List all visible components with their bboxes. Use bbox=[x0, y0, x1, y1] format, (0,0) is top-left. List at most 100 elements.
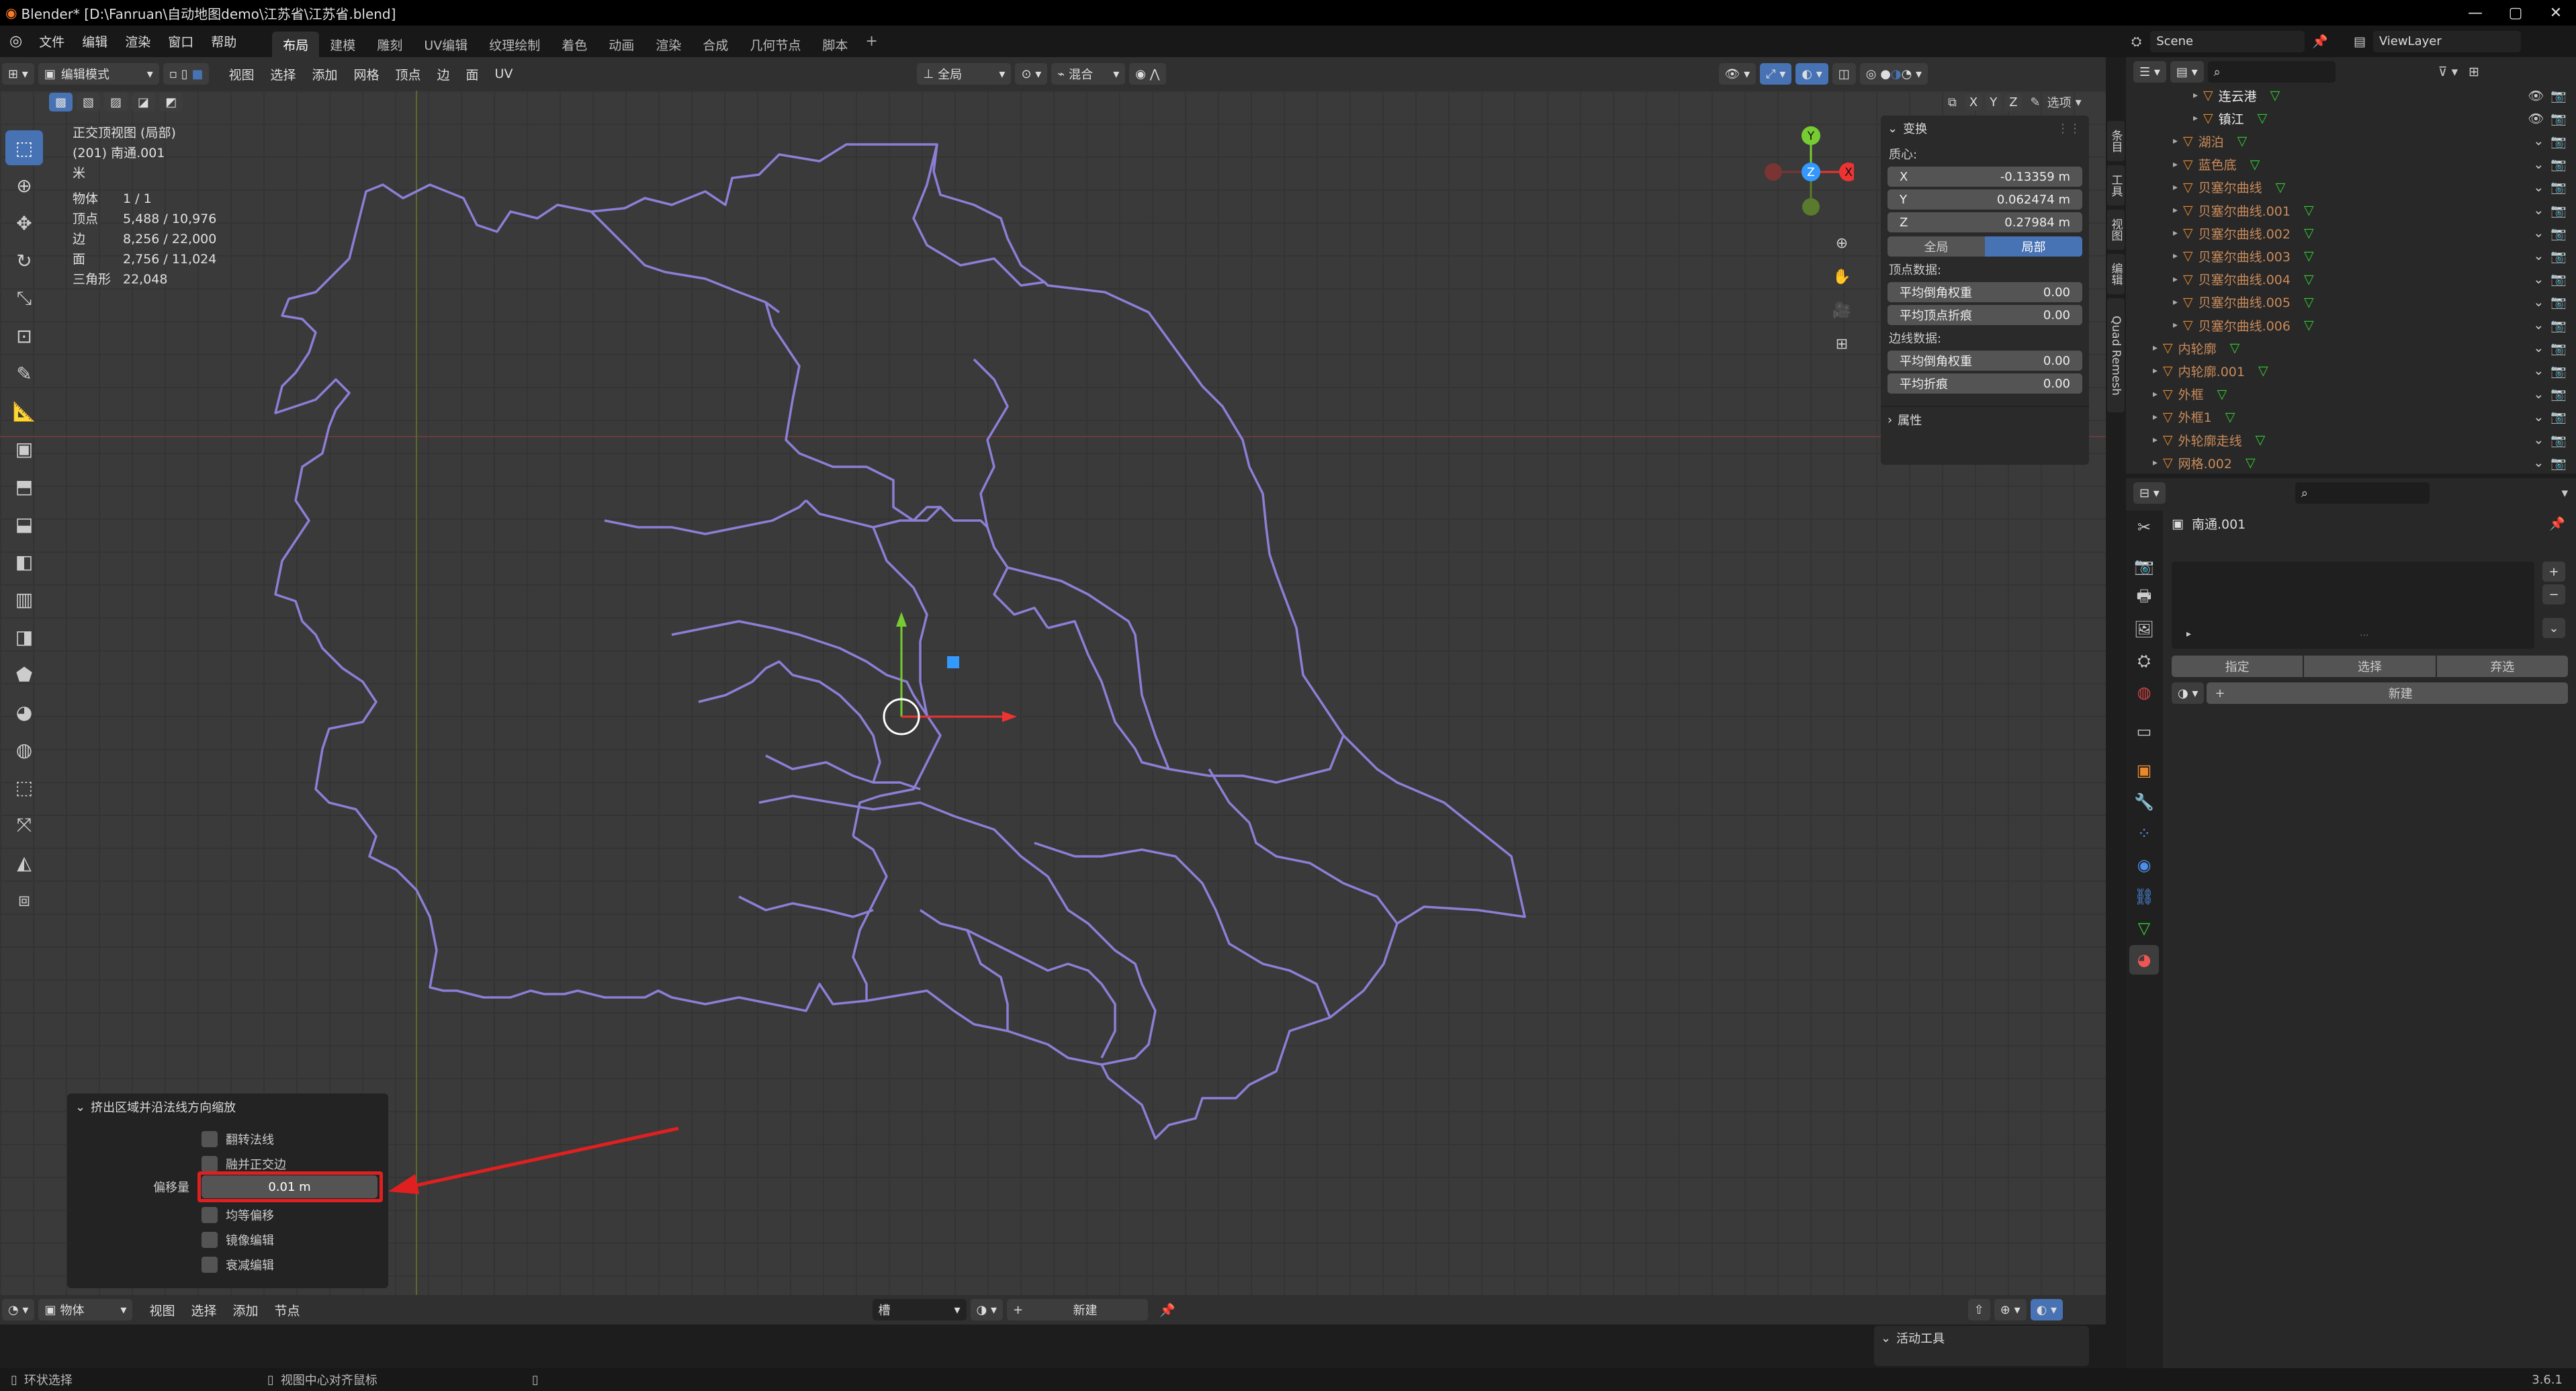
visibility-button[interactable]: 👁 ▾ bbox=[1718, 63, 1757, 85]
render-camera-icon[interactable]: 📷 bbox=[2550, 271, 2567, 287]
rip-tool-icon[interactable]: ⧈ bbox=[5, 883, 43, 917]
material-browse-button[interactable]: ◑ ▾ bbox=[970, 1299, 1003, 1320]
smooth-tool-icon[interactable]: ◍ bbox=[5, 732, 43, 767]
expand-arrow-icon[interactable]: ▸ bbox=[2173, 320, 2178, 330]
world-tab-icon[interactable]: ◍ bbox=[2129, 678, 2159, 707]
menu-item[interactable]: 文件 bbox=[30, 26, 73, 57]
visibility-icon[interactable]: ⌄ bbox=[2533, 363, 2544, 378]
extrude-tool-icon[interactable]: ⬒ bbox=[5, 469, 43, 504]
tab-item[interactable]: 条目 bbox=[2107, 121, 2125, 161]
scene-tab-icon[interactable]: ⛭ bbox=[2129, 646, 2159, 676]
nav-neg-y[interactable] bbox=[1802, 198, 1820, 216]
visibility-icon[interactable]: ⌄ bbox=[2533, 180, 2544, 195]
select-intersect-icon[interactable]: ◩ bbox=[159, 93, 183, 111]
menu-item[interactable]: 窗口 bbox=[159, 26, 202, 57]
node-options-icon[interactable]: ⊕ ▾ bbox=[1994, 1299, 2027, 1320]
expand-arrow-icon[interactable]: ▸ bbox=[2173, 159, 2178, 170]
collection-tab-icon[interactable]: ▭ bbox=[2129, 717, 2159, 746]
new-material-button[interactable]: + 新建 bbox=[1007, 1299, 1148, 1320]
visibility-icon[interactable]: ⌄ bbox=[2533, 226, 2544, 240]
edge-select-icon[interactable]: ▯ bbox=[181, 67, 188, 81]
outliner-item[interactable]: ▸ ▽ 外轮廓走线 ▽ ⌄ 📷 bbox=[2126, 429, 2576, 451]
outliner-item[interactable]: ▸ ▽ 贝塞尔曲线.006 ▽ ⌄ 📷 bbox=[2126, 314, 2576, 336]
add-cube-tool-icon[interactable]: ▣ bbox=[5, 431, 43, 466]
particles-tab-icon[interactable]: ⁘ bbox=[2129, 819, 2159, 848]
visibility-icon[interactable]: ⌄ bbox=[2533, 318, 2544, 332]
expand-arrow-icon[interactable]: ▸ bbox=[2173, 251, 2178, 261]
render-camera-icon[interactable]: 📷 bbox=[2550, 433, 2567, 448]
axis-z-button[interactable]: Z bbox=[2005, 93, 2022, 111]
maximize-icon[interactable]: ▢ bbox=[2495, 0, 2536, 26]
expand-arrow-icon[interactable]: ▸ bbox=[2153, 435, 2158, 445]
annotate-tool-icon[interactable]: ✎ bbox=[5, 356, 43, 391]
render-camera-icon[interactable]: 📷 bbox=[2550, 134, 2567, 149]
active-tool-header[interactable]: ⌄ 活动工具 bbox=[1874, 1326, 2089, 1350]
mesh-data-icon[interactable]: ▽ bbox=[2217, 387, 2227, 402]
select-box-tool-icon[interactable]: ⬚ bbox=[5, 130, 43, 165]
shading-buttons[interactable]: ◎ ● ◑ ◔ ▾ bbox=[1859, 63, 1928, 85]
view-layer-tab-icon[interactable]: 🖼 bbox=[2129, 615, 2159, 644]
navigation-gizmo[interactable]: Y X Z bbox=[1760, 121, 1854, 222]
visibility-icon[interactable]: ⌄ bbox=[2533, 387, 2544, 402]
render-camera-icon[interactable]: 📷 bbox=[2550, 409, 2567, 424]
viewport-menu-item[interactable]: 边 bbox=[429, 65, 458, 83]
shear-tool-icon[interactable]: ◭ bbox=[5, 845, 43, 880]
expand-arrow-icon[interactable]: ▸ bbox=[2193, 113, 2198, 124]
global-button[interactable]: 全局 bbox=[1887, 236, 1985, 257]
render-camera-icon[interactable]: 📷 bbox=[2550, 111, 2567, 126]
expand-arrow-icon[interactable]: ▸ bbox=[2173, 297, 2178, 308]
modifier-tab-icon[interactable]: 🔧 bbox=[2129, 787, 2159, 817]
poly-build-tool-icon[interactable]: ⬟ bbox=[5, 657, 43, 692]
mesh-data-icon[interactable]: ▽ bbox=[2270, 88, 2280, 103]
render-camera-icon[interactable]: 📷 bbox=[2550, 318, 2567, 333]
scene-icon[interactable]: ⛭ bbox=[2131, 34, 2141, 49]
grid-icon[interactable]: ⊞ bbox=[1828, 328, 1855, 359]
visibility-icon[interactable]: ⌄ bbox=[2533, 433, 2544, 447]
tab-workspace[interactable]: 合成 bbox=[692, 32, 739, 57]
render-camera-icon[interactable]: 📷 bbox=[2550, 455, 2567, 471]
remove-slot-icon[interactable]: − bbox=[2542, 584, 2565, 604]
xray-button[interactable]: ◫ bbox=[1832, 63, 1856, 85]
tool-tab-icon[interactable]: ✂ bbox=[2129, 512, 2159, 542]
tab-view[interactable]: 视图 bbox=[2107, 210, 2125, 250]
tab-quad-remesh[interactable]: Quad Remesh bbox=[2107, 298, 2125, 412]
pin-icon[interactable]: 📌 bbox=[2312, 34, 2328, 49]
tab-workspace[interactable]: 着色 bbox=[551, 32, 598, 57]
hand-icon[interactable]: ✋ bbox=[1828, 261, 1855, 292]
axis-x-button[interactable]: X bbox=[1965, 93, 1982, 111]
edge-bevel-weight-field[interactable]: 平均倒角权重 0.00 bbox=[1887, 351, 2082, 371]
visibility-icon[interactable]: ⌄ bbox=[2533, 157, 2544, 172]
mesh-data-icon[interactable]: ▽ bbox=[2258, 363, 2268, 378]
viewport-menu-item[interactable]: 网格 bbox=[345, 65, 387, 83]
outliner-item[interactable]: ▸ ▽ 连云港 ▽ 👁 📷 bbox=[2126, 84, 2576, 107]
render-camera-icon[interactable]: 📷 bbox=[2550, 156, 2567, 172]
median-z-field[interactable]: Z 0.27984 m bbox=[1887, 212, 2082, 232]
shader-menu-item[interactable]: 选择 bbox=[183, 1301, 224, 1319]
tab-workspace[interactable]: 纹理绘制 bbox=[478, 32, 551, 57]
menu-item[interactable]: 帮助 bbox=[202, 26, 245, 57]
knife-tool-icon[interactable]: ◨ bbox=[5, 619, 43, 654]
resize-handle-icon[interactable]: ⋯ bbox=[2360, 630, 2369, 641]
expand-arrow-icon[interactable]: ▸ bbox=[2173, 274, 2178, 285]
zoom-icon[interactable]: ⊕ bbox=[1828, 228, 1855, 259]
transform-header[interactable]: ⌄ 变换 ⋮⋮ bbox=[1881, 116, 2089, 141]
render-camera-icon[interactable]: 📷 bbox=[2550, 249, 2567, 264]
expand-arrow-icon[interactable]: ▸ bbox=[2173, 228, 2178, 238]
visibility-icon[interactable]: ⌄ bbox=[2533, 295, 2544, 310]
tab-edit[interactable]: 编辑 bbox=[2107, 254, 2125, 294]
snap-node-icon[interactable]: ⇧ bbox=[1967, 1299, 1990, 1320]
properties-type-button[interactable]: ⊟ ▾ bbox=[2133, 482, 2166, 504]
select-subtract-icon[interactable]: ▨ bbox=[104, 93, 128, 111]
render-camera-icon[interactable]: 📷 bbox=[2550, 341, 2567, 356]
outliner-item[interactable]: ▸ ▽ 贝塞尔曲线.002 ▽ ⌄ 📷 bbox=[2126, 222, 2576, 244]
deselect-button[interactable]: 弃选 bbox=[2436, 656, 2568, 677]
output-tab-icon[interactable]: 🖶 bbox=[2129, 583, 2159, 613]
median-x-field[interactable]: X -0.13359 m bbox=[1887, 167, 2082, 187]
outliner-item[interactable]: ▸ ▽ 内轮廓.001 ▽ ⌄ 📷 bbox=[2126, 359, 2576, 382]
physics-tab-icon[interactable]: ◉ bbox=[2129, 850, 2159, 880]
select-new-icon[interactable]: ▩ bbox=[49, 93, 73, 111]
close-icon[interactable]: ✕ bbox=[2536, 0, 2576, 26]
outliner-item[interactable]: ▸ ▽ 湖泊 ▽ ⌄ 📷 bbox=[2126, 130, 2576, 152]
gizmo-x-arrow[interactable] bbox=[1002, 711, 1017, 722]
visibility-icon[interactable]: 👁 bbox=[2528, 111, 2544, 126]
